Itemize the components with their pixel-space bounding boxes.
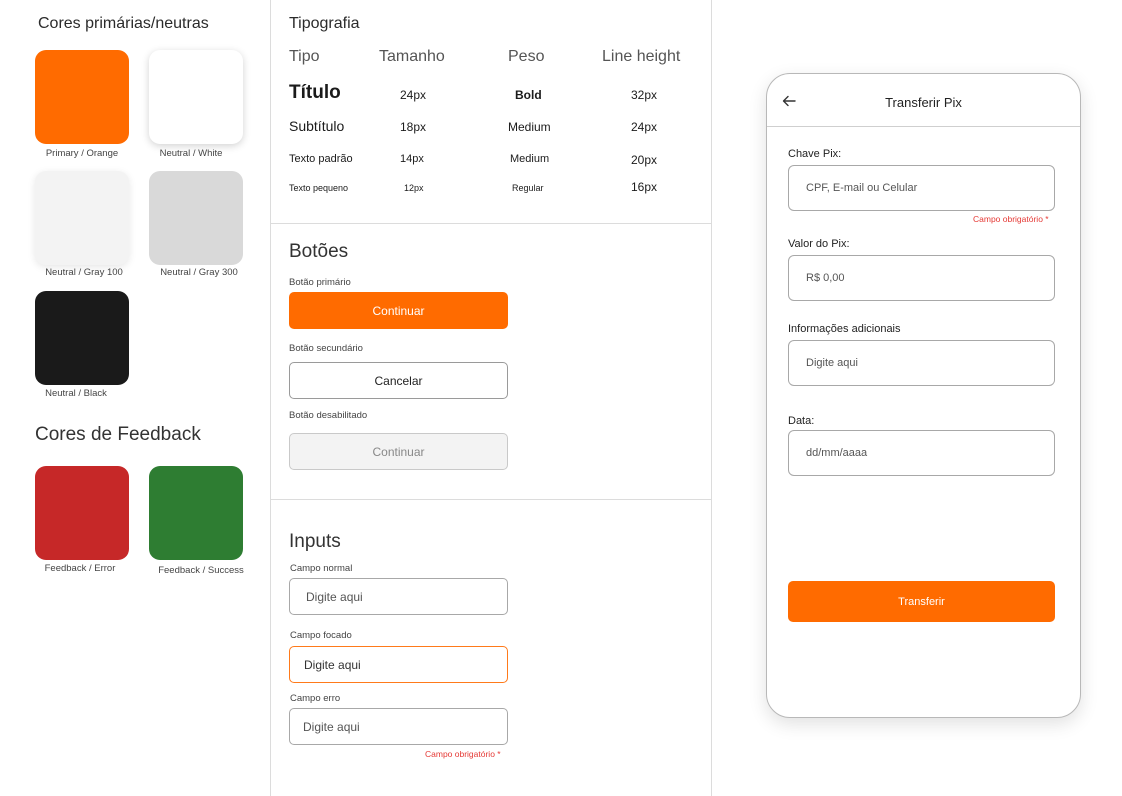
typography-header-tamanho: Tamanho (379, 48, 445, 65)
swatch-label: Neutral / Black (45, 388, 107, 399)
typography-cell: 32px (631, 88, 658, 102)
normal-field-label: Campo normal (290, 563, 353, 574)
swatch-primary-orange (35, 50, 129, 144)
typography-cell: Bold (515, 88, 542, 102)
swatch-label: Feedback / Error (44, 563, 116, 574)
swatch-label: Neutral / Gray 300 (160, 267, 238, 278)
error-message: Campo obrigatório * (425, 749, 501, 759)
typography-cell: 20px (631, 153, 658, 167)
disabled-button-label: Botão desabilitado (289, 410, 368, 421)
inputs-section-title: Inputs (289, 531, 341, 552)
typography-cell: 24px (400, 88, 427, 102)
swatch-label: Feedback / Success (158, 565, 244, 576)
phone-header: Transferir Pix (767, 74, 1080, 127)
typography-row-titulo: Título (289, 82, 341, 103)
phone-title: Transferir Pix (885, 95, 962, 110)
cancel-button[interactable]: Cancelar (289, 362, 508, 399)
typography-cell: Medium (508, 120, 551, 134)
buttons-section-title: Botões (289, 241, 349, 262)
swatch-neutral-white (149, 50, 243, 144)
pix-key-label: Chave Pix: (788, 148, 842, 160)
swatch-neutral-gray-100 (35, 171, 129, 265)
section-divider-buttons (270, 499, 711, 500)
typography-cell: 24px (631, 120, 658, 134)
feedback-section-title: Cores de Feedback (35, 424, 201, 445)
column-divider-right (711, 0, 712, 796)
error-field-label: Campo erro (290, 693, 341, 704)
typography-cell: 18px (400, 120, 427, 134)
date-label: Data: (788, 415, 815, 427)
typography-cell: 14px (400, 153, 424, 165)
focused-field-label: Campo focado (290, 630, 352, 641)
continue-button-primary[interactable]: Continuar (289, 292, 508, 329)
typography-cell: 16px (631, 180, 658, 194)
typography-row-subtitulo: Subtítulo (289, 118, 345, 134)
primary-button-label: Botão primário (289, 277, 351, 288)
typography-row-texto-pequeno: Texto pequeno (289, 183, 349, 193)
swatch-label: Primary / Orange (45, 148, 119, 159)
swatch-neutral-black (35, 291, 129, 385)
section-divider-typography (270, 223, 711, 224)
additional-info-label: Informações adicionais (788, 323, 901, 335)
typography-header-peso: Peso (508, 48, 545, 65)
typography-header-line-height: Line height (602, 48, 681, 65)
typography-cell: 12px (404, 183, 424, 193)
additional-info-input[interactable]: Digite aqui (788, 340, 1055, 386)
typography-header-tipo: Tipo (289, 48, 320, 65)
transfer-button[interactable]: Transferir (788, 581, 1055, 622)
swatch-feedback-success (149, 466, 243, 560)
pix-key-input[interactable]: CPF, E-mail ou Celular (788, 165, 1055, 211)
phone-mockup: Transferir Pix Chave Pix: CPF, E-mail ou… (766, 73, 1081, 718)
typography-cell: Medium (510, 153, 550, 165)
secondary-button-label: Botão secundário (289, 343, 363, 354)
error-input[interactable]: Digite aqui (289, 708, 508, 745)
typography-row-texto-padrao: Texto padrão (289, 153, 353, 165)
swatch-feedback-error (35, 466, 129, 560)
colors-section-title: Cores primárias/neutras (38, 15, 209, 32)
normal-input[interactable]: Digite aqui (289, 578, 508, 615)
column-divider-left (270, 0, 271, 796)
swatch-neutral-gray-300 (149, 171, 243, 265)
continue-button-disabled[interactable]: Continuar (289, 433, 508, 470)
date-input[interactable]: dd/mm/aaaa (788, 430, 1055, 476)
typography-section-title: Tipografia (289, 15, 360, 32)
swatch-label: Neutral / White (159, 148, 223, 159)
typography-cell: Regular (512, 183, 544, 193)
pix-key-required-note: Campo obrigatório * (973, 214, 1049, 224)
swatch-label: Neutral / Gray 100 (45, 267, 123, 278)
pix-value-input[interactable]: R$ 0,00 (788, 255, 1055, 301)
focused-input[interactable]: Digite aqui (289, 646, 508, 683)
pix-value-label: Valor do Pix: (788, 238, 850, 250)
